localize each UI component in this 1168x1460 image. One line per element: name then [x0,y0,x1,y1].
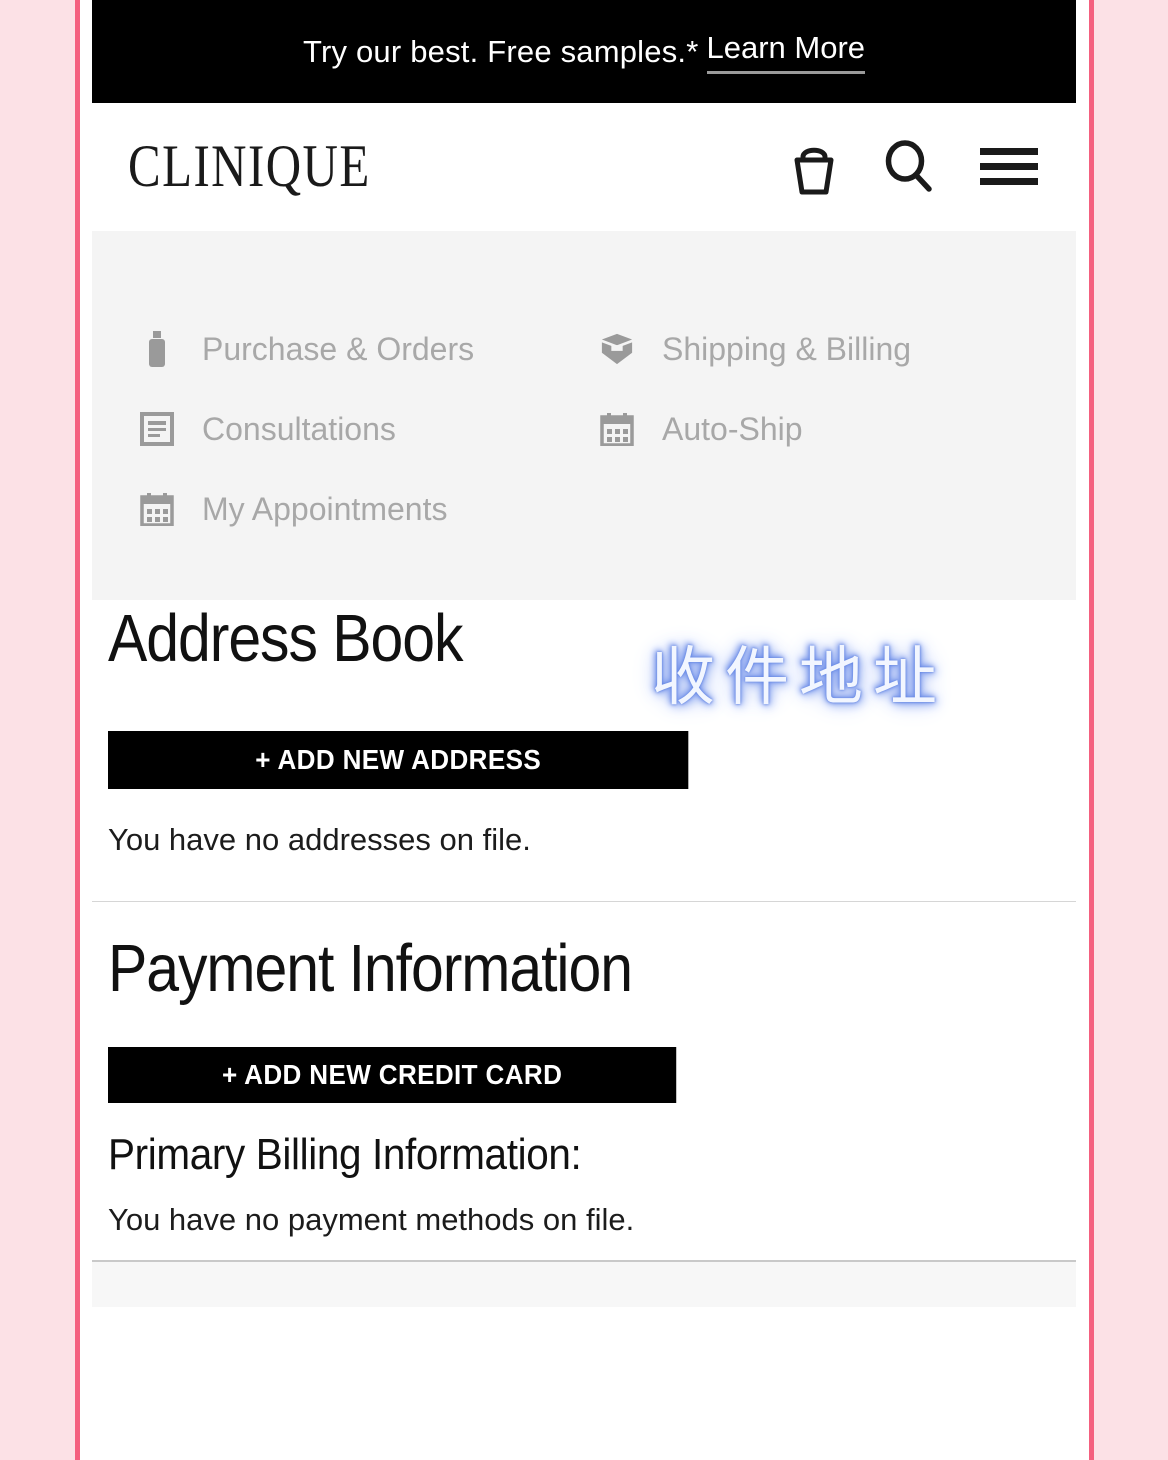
chinese-annotation-address: 收件地址 [651,641,947,715]
footer-band [92,1260,1076,1307]
nav-item-purchase-orders[interactable]: Purchase & Orders [140,321,600,377]
nav-item-shipping-billing[interactable]: Shipping & Billing [600,321,1060,377]
promo-learn-more-link[interactable]: Learn More [706,30,866,74]
nav-item-my-appointments[interactable]: My Appointments [140,481,600,537]
main-content: Address Book 收件地址 + ADD NEW ADDRESS You … [92,600,1076,1307]
promo-banner: Try our best. Free samples.* Learn More [92,0,1076,103]
header-actions [788,138,1040,196]
frame-stripe-right [1089,0,1094,1460]
page-title-address-book: Address Book [108,601,463,676]
calendar-appointment-icon [140,492,174,526]
nav-label: Shipping & Billing [662,330,912,367]
document-list-icon [140,412,174,446]
clinique-logo[interactable]: CLINIQUE [128,136,371,197]
nav-item-consultations[interactable]: Consultations [140,401,600,457]
frame-stripe-left [75,0,80,1460]
payment-information-section: Payment Information 支付信息 + ADD NEW CREDI… [108,930,1060,1238]
address-book-section: Address Book 收件地址 + ADD NEW ADDRESS You … [108,600,1060,858]
site-header: CLINIQUE [92,103,1076,231]
section-divider [92,901,1076,902]
nav-label: My Appointments [202,490,448,527]
nav-label: Consultations [202,410,396,447]
nav-label: Purchase & Orders [202,330,475,367]
add-new-address-button[interactable]: + ADD NEW ADDRESS [108,731,689,789]
promo-text: Try our best. Free samples.* [302,33,699,69]
calendar-icon [600,412,634,446]
nav-label: Auto-Ship [662,410,803,447]
nav-item-auto-ship[interactable]: Auto-Ship [600,401,1060,457]
address-book-empty-message: You have no addresses on file. [108,822,531,857]
search-icon[interactable] [882,139,936,195]
browser-viewport: Try our best. Free samples.* Learn More … [80,0,1089,1460]
package-box-icon [600,332,634,366]
account-nav-grid: Purchase & Orders Shipping & Billing Con… [140,321,1076,537]
hamburger-menu-icon[interactable] [978,145,1040,189]
add-new-credit-card-button[interactable]: + ADD NEW CREDIT CARD [108,1047,677,1103]
payment-empty-message: You have no payment methods on file. [108,1202,635,1237]
product-bottle-icon [140,331,174,367]
account-navigation-panel: Purchase & Orders Shipping & Billing Con… [92,231,1076,600]
address-book-heading-row: Address Book 收件地址 [108,600,1060,715]
primary-billing-information-heading: Primary Billing Information: [108,1130,582,1179]
shopping-bag-icon[interactable] [788,138,840,196]
page-title-payment-information: Payment Information [108,931,633,1006]
